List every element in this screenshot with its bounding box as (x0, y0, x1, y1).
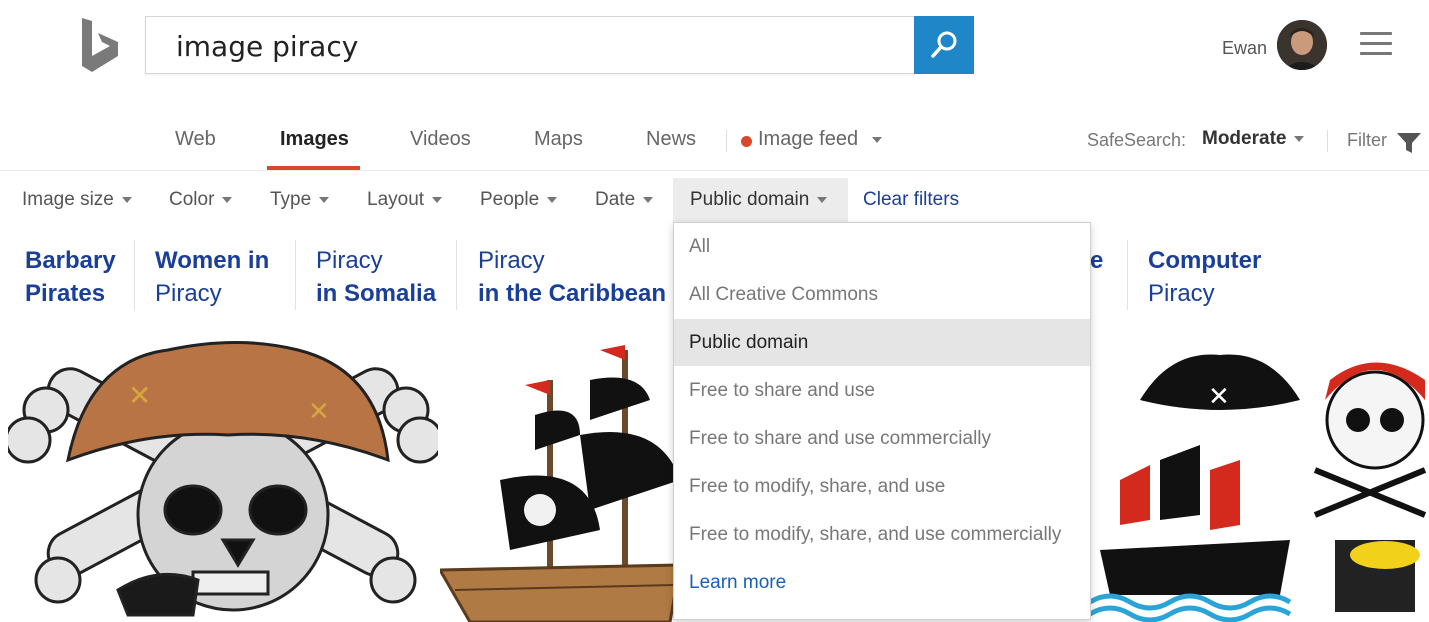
search-button[interactable] (914, 16, 974, 74)
avatar[interactable] (1277, 20, 1327, 70)
tab-image-feed[interactable]: Image feed (758, 128, 883, 151)
chevron-down-icon (319, 196, 330, 203)
svg-text:✕: ✕ (1208, 382, 1230, 412)
related-search-item[interactable]: Women in Piracy (155, 244, 269, 310)
filter-image-size[interactable]: Image size (22, 189, 132, 211)
image-result-pirate-skull[interactable]: ✕ ✕ (8, 340, 438, 622)
safesearch-value: Moderate (1202, 128, 1287, 149)
filter-label: Type (270, 189, 312, 210)
filter-layout[interactable]: Layout (367, 189, 443, 211)
bing-logo[interactable] (78, 16, 122, 74)
filter-label: People (480, 189, 540, 210)
chevron-down-icon (222, 196, 233, 203)
related-search-item[interactable]: Piracy in Somalia (316, 244, 436, 310)
related-search-item[interactable]: Piracy in the Caribbean (478, 244, 666, 310)
svg-text:✕: ✕ (128, 379, 151, 412)
filter-label: Color (169, 189, 215, 210)
image-result-pirate-ship[interactable] (440, 340, 680, 622)
related-search-item[interactable]: Barbary Pirates (25, 244, 116, 310)
filter-funnel-icon[interactable] (1396, 132, 1422, 154)
related-search-item-partial[interactable]: e (1090, 244, 1103, 277)
license-dropdown-menu: All All Creative Commons Public domain F… (673, 222, 1091, 620)
license-option-all-creative-commons[interactable]: All Creative Commons (674, 271, 1090, 318)
license-option-free-to-share[interactable]: Free to share and use (674, 367, 1090, 414)
chevron-down-icon (1294, 135, 1305, 142)
image-result-pirate-clipart[interactable]: ✕ (1090, 340, 1429, 622)
chevron-down-icon (817, 196, 828, 203)
filter-label: Date (595, 189, 636, 210)
filter-label: Layout (367, 189, 425, 210)
filter-label: Public domain (690, 189, 810, 210)
hamburger-menu-icon[interactable] (1360, 32, 1392, 56)
tab-maps[interactable]: Maps (534, 128, 583, 151)
related-search-line1: Barbary (25, 247, 116, 274)
related-divider (295, 240, 296, 310)
image-feed-dot-icon (741, 136, 752, 147)
related-search-line1: Women in (155, 247, 270, 274)
related-divider (134, 240, 135, 310)
related-search-line2: e (1090, 247, 1104, 274)
nav-divider (726, 130, 727, 152)
filter-color[interactable]: Color (169, 189, 233, 211)
chevron-down-icon (121, 196, 132, 203)
license-option-free-to-modify[interactable]: Free to modify, share, and use (674, 463, 1090, 510)
chevron-down-icon (547, 196, 558, 203)
nav-divider (1327, 130, 1328, 152)
image-feed-label: Image feed (758, 128, 859, 150)
search-icon (931, 31, 957, 58)
tab-web[interactable]: Web (175, 128, 216, 151)
user-name[interactable]: Ewan (1222, 38, 1267, 59)
clear-filters-link[interactable]: Clear filters (863, 189, 959, 211)
search-query-text: image piracy (176, 30, 359, 63)
nav-divider-line (0, 170, 1429, 171)
chevron-down-icon (432, 196, 443, 203)
filter-button[interactable]: Filter (1347, 130, 1387, 151)
related-search-line1: Piracy (316, 247, 383, 274)
search-input[interactable]: image piracy (145, 16, 915, 74)
filter-people[interactable]: People (480, 189, 558, 211)
license-option-free-to-share-commercially[interactable]: Free to share and use commercially (674, 415, 1090, 462)
filter-license[interactable]: Public domain (690, 189, 828, 211)
related-search-item[interactable]: Computer Piracy (1148, 244, 1261, 310)
chevron-down-icon (643, 196, 654, 203)
related-divider (456, 240, 457, 310)
tab-videos[interactable]: Videos (410, 128, 471, 151)
filter-date[interactable]: Date (595, 189, 654, 211)
related-search-line2: in the Caribbean (478, 280, 667, 307)
related-search-line2: Piracy (155, 280, 222, 307)
related-search-line2: Piracy (1148, 280, 1215, 307)
related-search-line1: Piracy (478, 247, 545, 274)
safesearch-dropdown[interactable]: Moderate (1202, 128, 1305, 150)
tab-images[interactable]: Images (280, 128, 349, 151)
chevron-down-icon (872, 136, 883, 143)
learn-more-link[interactable]: Learn more (674, 559, 1090, 606)
related-search-line2: Pirates (25, 280, 106, 307)
related-search-line1: Computer (1148, 247, 1262, 274)
license-option-all[interactable]: All (674, 223, 1090, 270)
safesearch-label: SafeSearch: (1087, 130, 1187, 150)
svg-text:✕: ✕ (308, 397, 330, 427)
filter-label: Image size (22, 189, 114, 210)
related-search-line2: in Somalia (316, 280, 437, 307)
filter-type[interactable]: Type (270, 189, 330, 211)
related-divider (1127, 240, 1128, 310)
license-option-public-domain[interactable]: Public domain (674, 319, 1090, 366)
tab-news[interactable]: News (646, 128, 696, 151)
license-option-free-to-modify-commercially[interactable]: Free to modify, share, and use commercia… (674, 511, 1090, 558)
